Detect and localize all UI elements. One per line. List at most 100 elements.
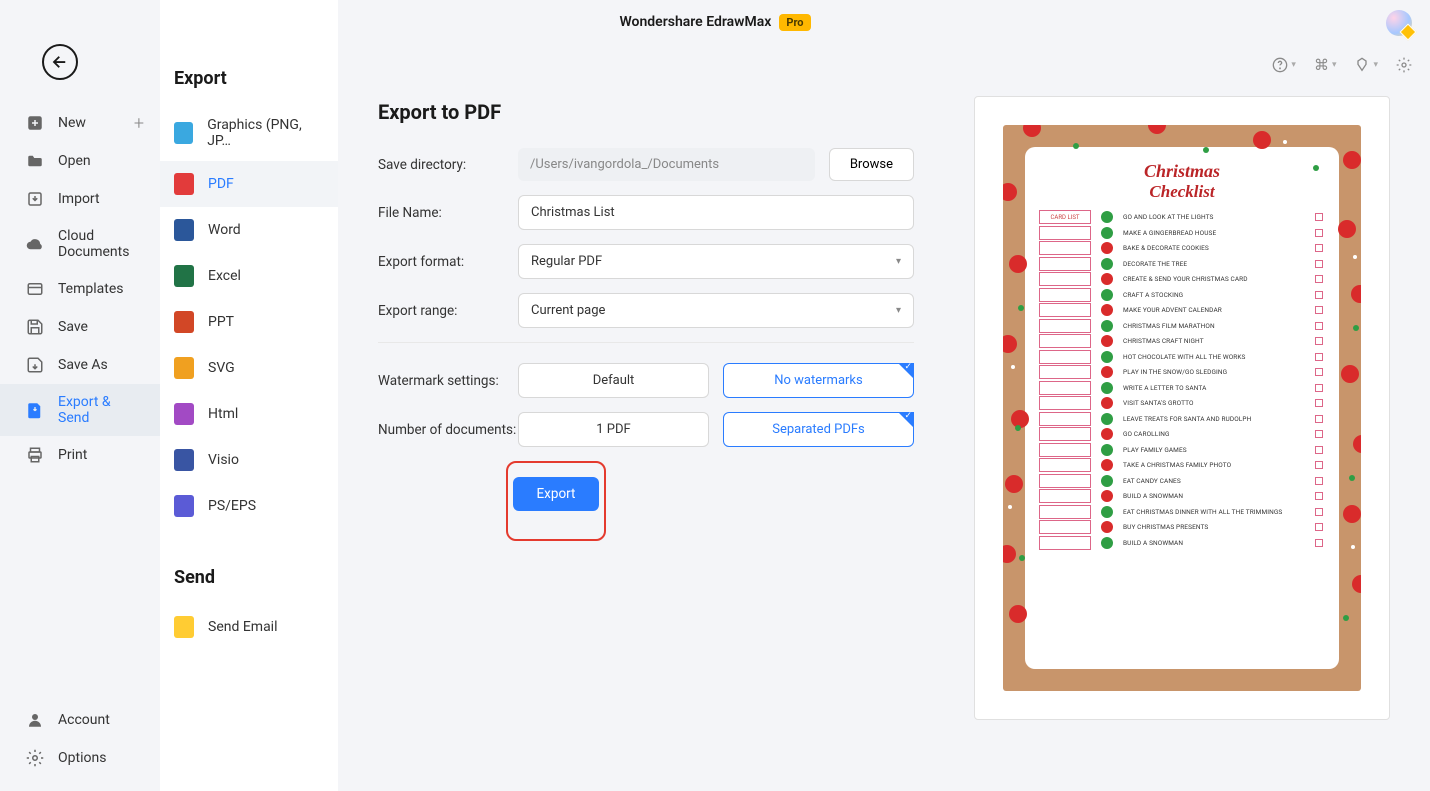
nav-label: Cloud Documents (58, 228, 140, 260)
label-file-name: File Name: (378, 205, 518, 221)
format-icon (174, 403, 194, 425)
nav-export-send[interactable]: Export & Send (0, 384, 160, 436)
nav-templates[interactable]: Templates (0, 270, 160, 308)
save-directory-input (518, 148, 815, 181)
checklist-icon (1101, 506, 1113, 518)
format-label: SVG (208, 360, 235, 376)
cardlist-cell (1039, 427, 1091, 441)
export-button[interactable]: Export (513, 477, 600, 511)
highlight-box: Export (506, 461, 606, 541)
format-label: PS/EPS (208, 498, 256, 514)
checklist-row: BUILD A SNOWMAN (1039, 536, 1325, 550)
checklist-text: LEAVE TREATS FOR SANTA AND RUDOLPH (1123, 415, 1305, 423)
checklist-icon (1101, 444, 1113, 456)
heading-send: Send (160, 529, 338, 604)
nav-label: Import (58, 191, 100, 207)
nav-label: Options (58, 750, 106, 766)
checkbox (1315, 291, 1323, 299)
format-word[interactable]: Word (160, 207, 338, 253)
format-icon (174, 495, 194, 517)
browse-button[interactable]: Browse (829, 148, 914, 181)
checklist-row: CARD LISTGO AND LOOK AT THE LIGHTS (1039, 210, 1325, 224)
checkbox (1315, 322, 1323, 330)
format-pdf[interactable]: PDF (160, 161, 338, 207)
checklist-text: BUILD A SNOWMAN (1123, 539, 1305, 547)
checkbox (1315, 508, 1323, 516)
cardlist-cell (1039, 288, 1091, 302)
checklist-text: BAKE & DECORATE COOKIES (1123, 244, 1305, 252)
format-label: Excel (208, 268, 241, 284)
label-export-format: Export format: (378, 254, 518, 270)
checkbox (1315, 446, 1323, 454)
cardlist-cell (1039, 520, 1091, 534)
format-ppt[interactable]: PPT (160, 299, 338, 345)
cloud-icon (26, 235, 44, 253)
nav-cloud-documents[interactable]: Cloud Documents (0, 218, 160, 270)
format-graphics-png-jp-[interactable]: Graphics (PNG, JP… (160, 105, 338, 161)
nav-open[interactable]: Open (0, 142, 160, 180)
print-icon (26, 446, 44, 464)
checklist-icon (1101, 335, 1113, 347)
format-svg[interactable]: SVG (160, 345, 338, 391)
checkbox (1315, 492, 1323, 500)
save-as-icon (26, 356, 44, 374)
preview-subtitle: Checklist (1039, 182, 1325, 202)
checkbox (1315, 523, 1323, 531)
checkbox (1315, 368, 1323, 376)
checkbox (1315, 399, 1323, 407)
nav-import[interactable]: Import (0, 180, 160, 218)
export-range-select[interactable]: Current page ▾ (518, 293, 914, 328)
format-ps-eps[interactable]: PS/EPS (160, 483, 338, 529)
cardlist-cell (1039, 257, 1091, 271)
checklist-row: MAKE A GINGERBREAD HOUSE (1039, 226, 1325, 240)
docs-separated[interactable]: Separated PDFs (723, 412, 914, 447)
checklist-row: CREATE & SEND YOUR CHRISTMAS CARD (1039, 272, 1325, 286)
checklist-row: VISIT SANTA'S GROTTO (1039, 396, 1325, 410)
nav-save[interactable]: Save (0, 308, 160, 346)
plus-icon[interactable]: + (134, 113, 144, 134)
label-num-docs: Number of documents: (378, 422, 518, 438)
watermark-default[interactable]: Default (518, 363, 709, 398)
format-excel[interactable]: Excel (160, 253, 338, 299)
nav-new[interactable]: New+ (0, 104, 160, 142)
nav-account[interactable]: Account (0, 701, 160, 739)
export-format-panel: Export Graphics (PNG, JP…PDFWordExcelPPT… (160, 0, 338, 791)
back-button[interactable] (42, 44, 78, 80)
cardlist-cell (1039, 536, 1091, 550)
export-format-select[interactable]: Regular PDF ▾ (518, 244, 914, 279)
format-visio[interactable]: Visio (160, 437, 338, 483)
nav-options[interactable]: Options (0, 739, 160, 777)
send-label: Send Email (208, 619, 278, 635)
checkbox (1315, 353, 1323, 361)
nav-print[interactable]: Print (0, 436, 160, 474)
sidebar-nav: New+Open Import Cloud Documents Templates Sa… (0, 0, 160, 791)
checkbox (1315, 213, 1323, 221)
checklist-icon (1101, 537, 1113, 549)
checklist-icon (1101, 397, 1113, 409)
file-name-input[interactable] (518, 195, 914, 230)
checklist-icon (1101, 382, 1113, 394)
checklist-icon (1101, 459, 1113, 471)
checklist-icon (1101, 413, 1113, 425)
watermark-none[interactable]: No watermarks (723, 363, 914, 398)
user-avatar[interactable] (1386, 10, 1412, 36)
checklist-text: TAKE A CHRISTMAS FAMILY PHOTO (1123, 461, 1305, 469)
nav-label: Save (58, 319, 88, 335)
checkbox (1315, 539, 1323, 547)
window-title: Wondershare EdrawMax (619, 14, 771, 30)
docs-one-pdf[interactable]: 1 PDF (518, 412, 709, 447)
save-icon (26, 318, 44, 336)
cardlist-cell (1039, 474, 1091, 488)
cardlist-cell (1039, 489, 1091, 503)
checklist-text: EAT CHRISTMAS DINNER WITH ALL THE TRIMMI… (1123, 508, 1305, 516)
nav-save-as[interactable]: Save As (0, 346, 160, 384)
chevron-down-icon: ▾ (896, 256, 901, 267)
templates-icon (26, 280, 44, 298)
send-send-email[interactable]: Send Email (160, 604, 338, 650)
checklist-row: HOT CHOCOLATE WITH ALL THE WORKS (1039, 350, 1325, 364)
folder-icon (26, 152, 44, 170)
checkbox (1315, 229, 1323, 237)
download-icon (26, 190, 44, 208)
format-html[interactable]: Html (160, 391, 338, 437)
format-label: PPT (208, 314, 234, 330)
